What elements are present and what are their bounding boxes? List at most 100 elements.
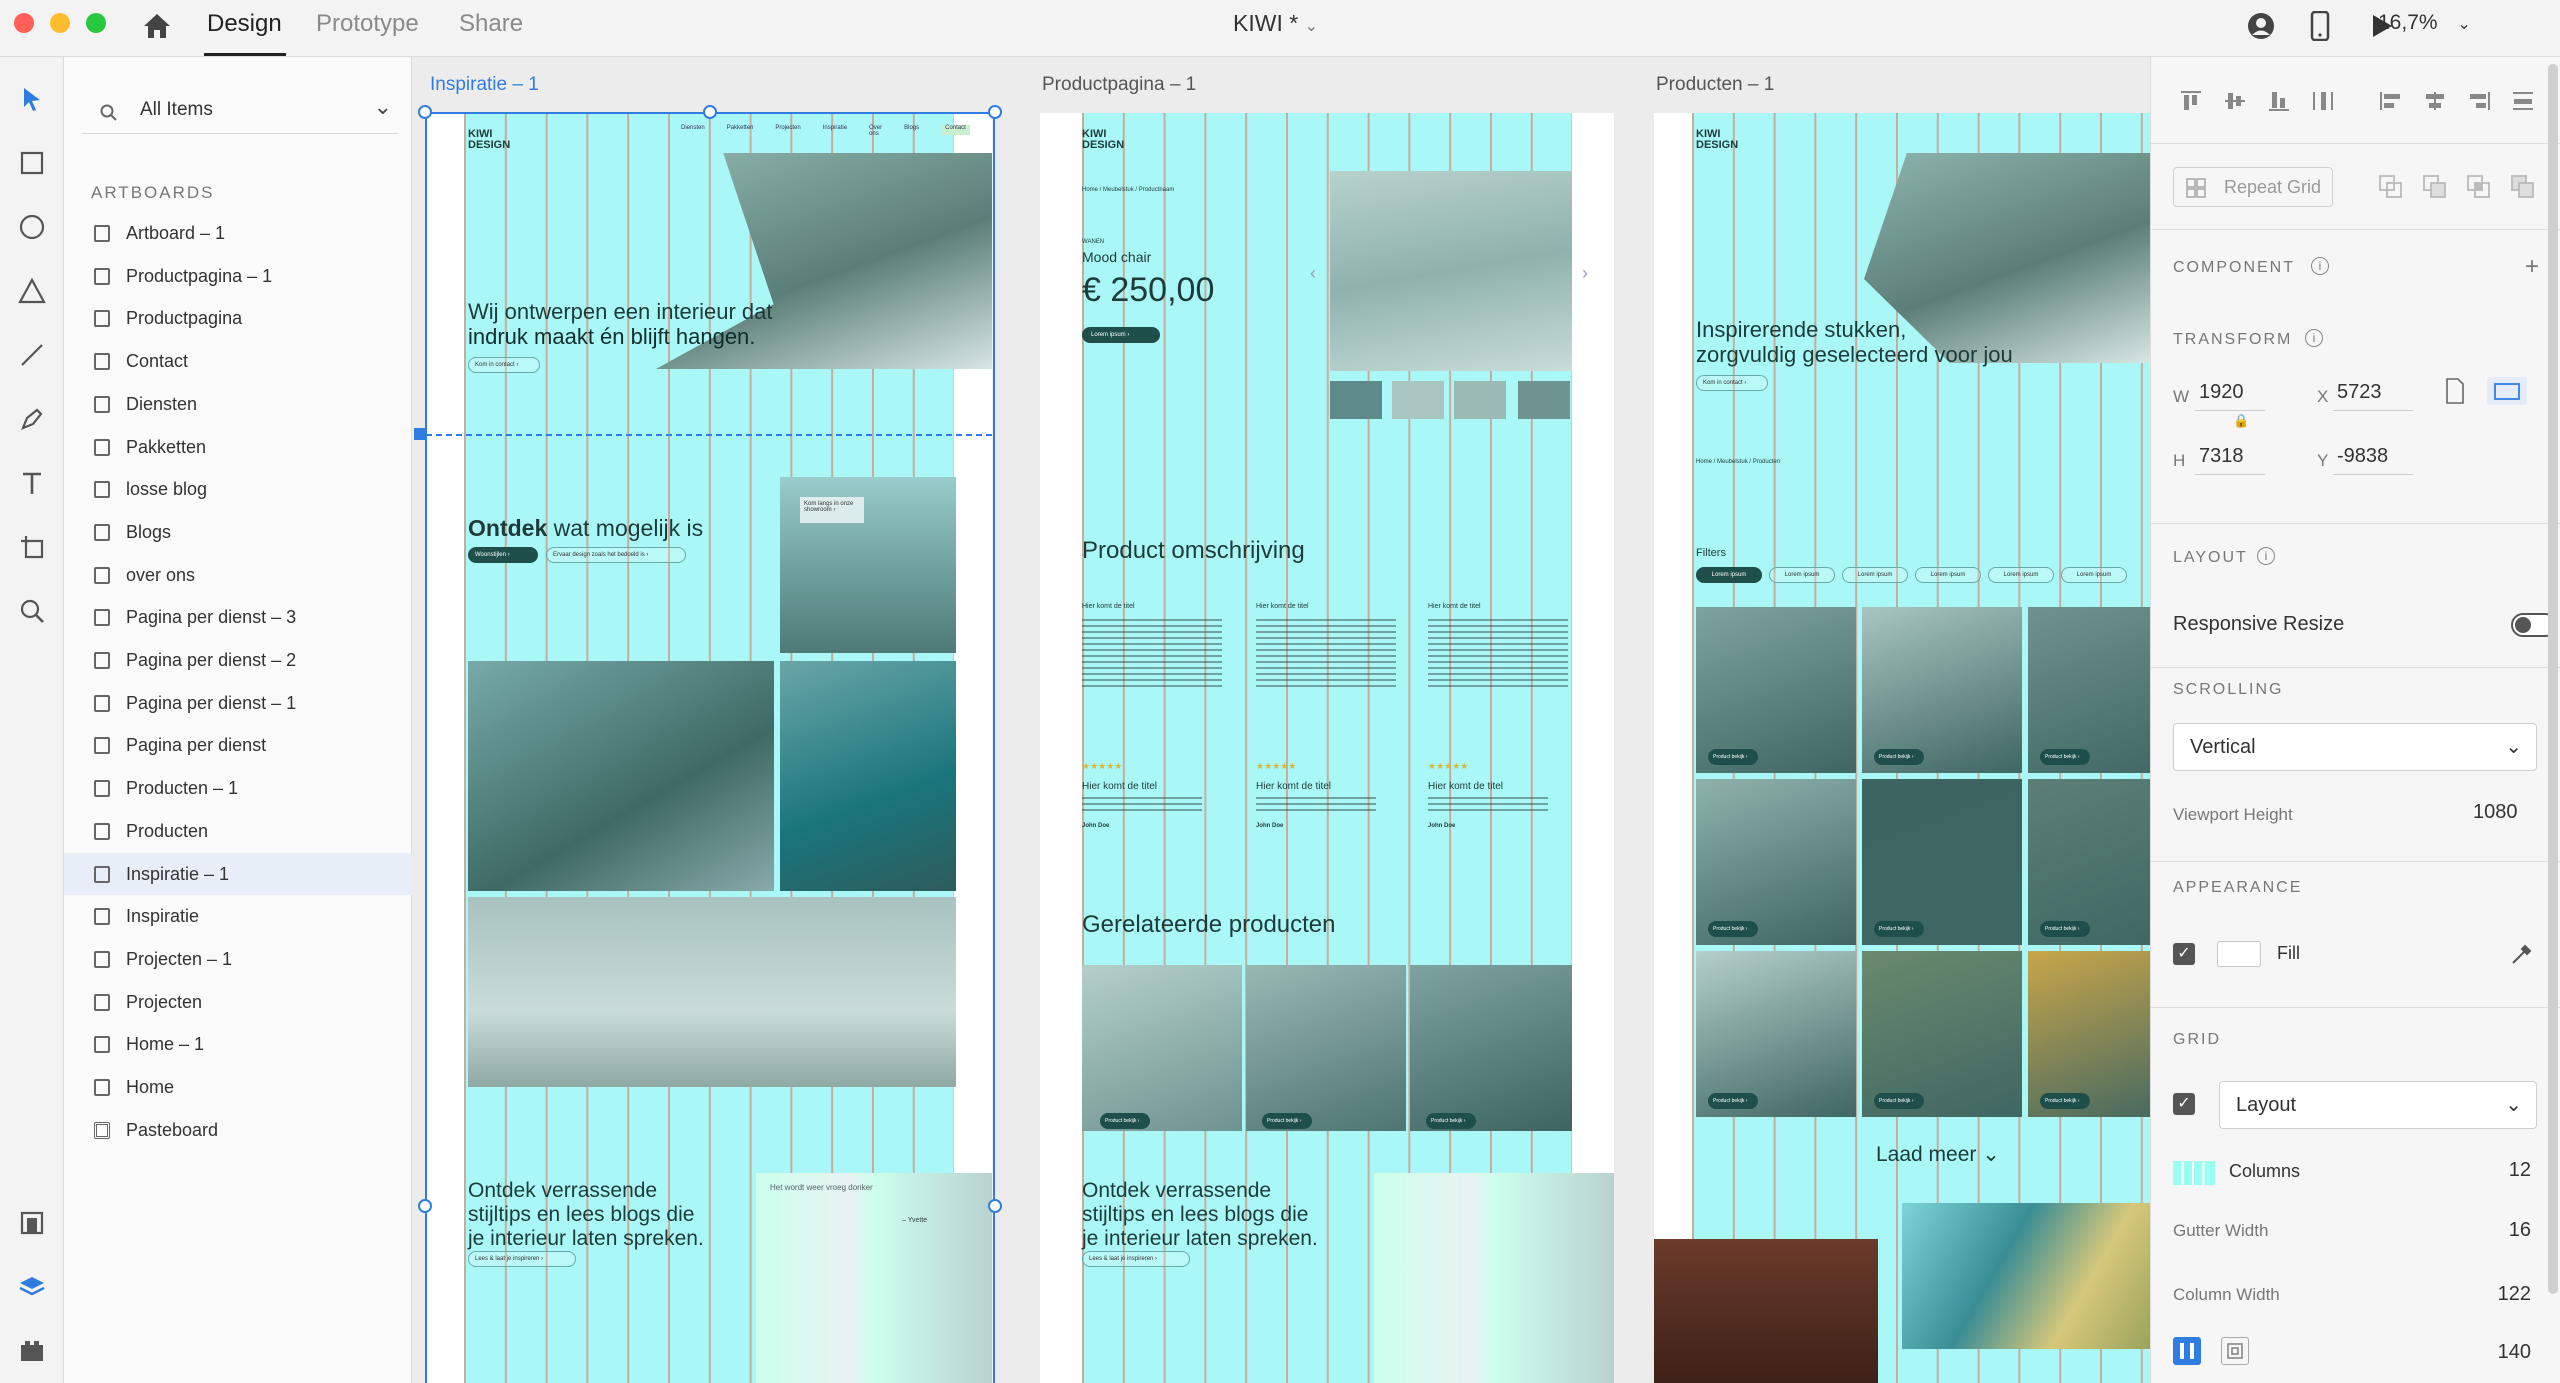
product-view-button[interactable]: Product bekijk › <box>2040 1093 2090 1109</box>
layer-item[interactable]: Blogs <box>64 511 412 553</box>
device-preview-icon[interactable] <box>2303 9 2337 43</box>
polygon-tool-icon[interactable] <box>12 271 52 311</box>
scrolling-dropdown[interactable]: Vertical ⌄ <box>2173 723 2537 771</box>
zoom-tool-icon[interactable] <box>12 591 52 631</box>
product-card-image[interactable]: Product bekijk › <box>2028 779 2150 945</box>
repeat-grid-button[interactable]: Repeat Grid <box>2173 167 2333 207</box>
viewport-height-marker[interactable] <box>414 428 426 440</box>
resize-handle[interactable] <box>703 105 717 119</box>
distribute-vertical-icon[interactable] <box>2309 87 2337 115</box>
filter-pill[interactable]: Lorem ipsum <box>1988 567 2054 583</box>
tab-design[interactable]: Design <box>207 10 282 38</box>
artboard-label-producten[interactable]: Producten – 1 <box>1656 74 1774 96</box>
product-thumbnail[interactable] <box>1454 381 1506 419</box>
load-more-button[interactable]: Laad meer ⌄ <box>1876 1143 2000 1167</box>
align-top-icon[interactable] <box>2177 87 2205 115</box>
product-cta-button[interactable]: Lorem ipsum › <box>1082 327 1160 343</box>
info-icon[interactable]: i <box>2257 547 2275 565</box>
y-field[interactable]: -9838 <box>2333 441 2413 475</box>
panel-scrollbar[interactable] <box>2548 64 2558 1294</box>
share-user-icon[interactable] <box>2244 9 2278 43</box>
product-thumbnail[interactable] <box>1392 381 1444 419</box>
plugins-icon[interactable] <box>12 1331 52 1371</box>
filter-pill[interactable]: Lorem ipsum <box>1915 567 1981 583</box>
grid-checkbox[interactable]: ✓ <box>2173 1093 2195 1115</box>
product-view-button[interactable]: Product bekijk › <box>1708 749 1758 765</box>
layer-item[interactable]: Home – 1 <box>64 1023 412 1065</box>
artboard-producten[interactable]: KIWI DESIGN Inspirerende stukken, zorgvuld… <box>1654 113 2150 1383</box>
layer-item[interactable]: Projecten <box>64 981 412 1023</box>
blog-button[interactable]: Lees & laat je inspireren › <box>1082 1251 1190 1267</box>
product-thumbnail[interactable] <box>1330 381 1382 419</box>
related-product-image[interactable] <box>1410 965 1572 1131</box>
different-margins-icon[interactable] <box>2221 1337 2249 1365</box>
portrait-orientation-icon[interactable] <box>2441 377 2469 405</box>
linked-margins-icon[interactable] <box>2173 1337 2201 1365</box>
pen-tool-icon[interactable] <box>12 399 52 439</box>
product-card-image[interactable]: Product bekijk › <box>1696 779 1856 945</box>
artboard-tool-icon[interactable] <box>12 527 52 567</box>
line-tool-icon[interactable] <box>12 335 52 375</box>
ellipse-tool-icon[interactable] <box>12 207 52 247</box>
fill-color-swatch[interactable] <box>2217 941 2261 967</box>
align-right-icon[interactable] <box>2465 87 2493 115</box>
tab-prototype[interactable]: Prototype <box>316 10 419 38</box>
align-center-icon[interactable] <box>2421 87 2449 115</box>
boolean-add-icon[interactable] <box>2377 173 2405 201</box>
zoom-level[interactable]: 16,7% ⌄ <box>2378 11 2471 35</box>
artboard-label-productpagina[interactable]: Productpagina – 1 <box>1042 74 1196 96</box>
layer-item[interactable]: Inspiratie <box>64 895 412 937</box>
boolean-exclude-icon[interactable] <box>2509 173 2537 201</box>
artboard-productpagina[interactable]: KIWI DESIGN Home / Meubelstuk / Productna… <box>1040 113 1614 1383</box>
layer-item[interactable]: over ons <box>64 554 412 596</box>
layer-item[interactable]: Pagina per dienst – 1 <box>64 682 412 724</box>
product-view-button[interactable]: Product bekijk › <box>1708 921 1758 937</box>
layer-item[interactable]: Pagina per dienst <box>64 724 412 766</box>
layer-item[interactable]: Pagina per dienst – 3 <box>64 596 412 638</box>
distribute-horizontal-icon[interactable] <box>2509 87 2537 115</box>
chevron-right-icon[interactable]: › <box>1582 263 1588 284</box>
product-card-image[interactable]: Product bekijk › <box>2028 607 2150 773</box>
boolean-intersect-icon[interactable] <box>2465 173 2493 201</box>
product-view-button[interactable]: Product bekijk › <box>1426 1113 1476 1129</box>
layer-item[interactable]: Home <box>64 1066 412 1108</box>
fill-checkbox[interactable]: ✓ <box>2173 943 2195 965</box>
layer-item[interactable]: Projecten – 1 <box>64 938 412 980</box>
layer-item[interactable]: Producten <box>64 810 412 852</box>
layer-item[interactable]: Productpagina <box>64 297 412 339</box>
columns-value[interactable]: 12 <box>2451 1159 2531 1182</box>
lock-aspect-icon[interactable]: 🔒 <box>2233 413 2249 429</box>
eyedropper-icon[interactable] <box>2507 941 2535 969</box>
layer-item[interactable]: Inspiratie – 1 <box>64 852 412 895</box>
hero-contact-button[interactable]: Kom in contact › <box>1696 375 1768 391</box>
layer-item[interactable]: Diensten <box>64 383 412 425</box>
info-icon[interactable]: i <box>2305 329 2323 347</box>
layers-filter-dropdown[interactable]: All Items ⌄ <box>82 90 398 134</box>
select-tool-icon[interactable] <box>12 79 52 119</box>
layer-item[interactable]: Productpagina – 1 <box>64 255 412 297</box>
product-card-image[interactable]: Product bekijk › <box>1862 607 2022 773</box>
grid-color-swatch[interactable] <box>2173 1161 2215 1185</box>
height-field[interactable]: 7318 <box>2195 441 2265 475</box>
product-thumbnail[interactable] <box>1518 381 1570 419</box>
product-card-image[interactable]: Product bekijk › <box>2028 951 2150 1117</box>
gutter-width-value[interactable]: 16 <box>2451 1219 2531 1242</box>
resize-handle[interactable] <box>418 1199 432 1213</box>
minimize-window-button[interactable] <box>50 13 70 33</box>
viewport-height-field[interactable]: 1080 <box>2465 797 2537 831</box>
zoom-window-button[interactable] <box>86 13 106 33</box>
product-card-image[interactable]: Product bekijk › <box>1696 951 1856 1117</box>
tab-share[interactable]: Share <box>459 10 523 38</box>
artboard-label-inspiratie[interactable]: Inspiratie – 1 <box>430 74 539 96</box>
filter-pill[interactable]: Lorem ipsum <box>1769 567 1835 583</box>
resize-handle[interactable] <box>418 105 432 119</box>
related-product-image[interactable] <box>1082 965 1242 1131</box>
layer-item[interactable]: Pagina per dienst – 2 <box>64 639 412 681</box>
product-view-button[interactable]: Product bekijk › <box>1262 1113 1312 1129</box>
column-width-value[interactable]: 122 <box>2451 1283 2531 1306</box>
chevron-left-icon[interactable]: ‹ <box>1310 263 1316 284</box>
layers-icon[interactable] <box>12 1267 52 1307</box>
home-icon[interactable] <box>140 9 174 43</box>
product-view-button[interactable]: Product bekijk › <box>2040 921 2090 937</box>
add-component-icon[interactable]: + <box>2525 253 2539 281</box>
